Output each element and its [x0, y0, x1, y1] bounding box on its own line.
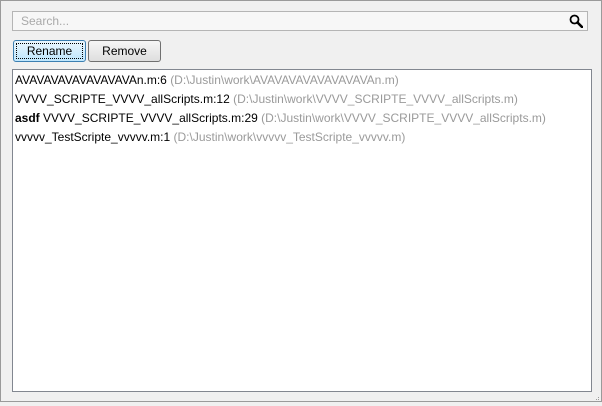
item-path: (D:\Justin\work\VVVV_SCRIPTE_VVVV_allScr… [233, 92, 518, 106]
item-line-number: 6 [160, 73, 167, 87]
item-file-name: VVVV_SCRIPTE_VVVV_allScripts.m: [15, 92, 217, 106]
list-item[interactable]: VVVV_SCRIPTE_VVVV_allScripts.m:12 (D:\Ju… [13, 90, 591, 109]
find-references-window: Rename Remove AVAVAVAVAVAVAVAVAn.m:6 (D:… [0, 0, 602, 402]
search-box [12, 11, 588, 31]
item-file-name: vvvvv_TestScripte_vvvvv.m: [15, 130, 164, 144]
item-path: (D:\Justin\work\AVAVAVAVAVAVAVAVAn.m) [170, 73, 399, 87]
results-list[interactable]: AVAVAVAVAVAVAVAVAn.m:6 (D:\Justin\work\A… [12, 69, 592, 392]
list-item[interactable]: vvvvv_TestScripte_vvvvv.m:1 (D:\Justin\w… [13, 128, 591, 147]
rename-button-label: Rename [26, 44, 73, 58]
rename-button[interactable]: Rename [13, 40, 86, 62]
item-path: (D:\Justin\work\VVVV_SCRIPTE_VVVV_allScr… [261, 111, 546, 125]
item-line-number: 29 [244, 111, 258, 125]
remove-button-label: Remove [102, 44, 147, 58]
list-item[interactable]: AVAVAVAVAVAVAVAVAn.m:6 (D:\Justin\work\A… [13, 71, 591, 90]
item-file-name: VVVV_SCRIPTE_VVVV_allScripts.m: [43, 111, 245, 125]
remove-button[interactable]: Remove [88, 40, 161, 62]
item-prefix: asdf [15, 111, 40, 125]
item-line-number: 12 [216, 92, 230, 106]
item-path: (D:\Justin\work\vvvvv_TestScripte_vvvvv.… [173, 130, 406, 144]
item-line-number: 1 [163, 130, 171, 144]
search-icon[interactable] [569, 14, 584, 29]
search-input[interactable] [13, 12, 571, 30]
list-item[interactable]: asdf VVVV_SCRIPTE_VVVV_allScripts.m:29 (… [13, 109, 591, 128]
item-file-name: AVAVAVAVAVAVAVAVAn.m: [15, 73, 161, 87]
resize-grip-icon[interactable] [592, 392, 600, 402]
